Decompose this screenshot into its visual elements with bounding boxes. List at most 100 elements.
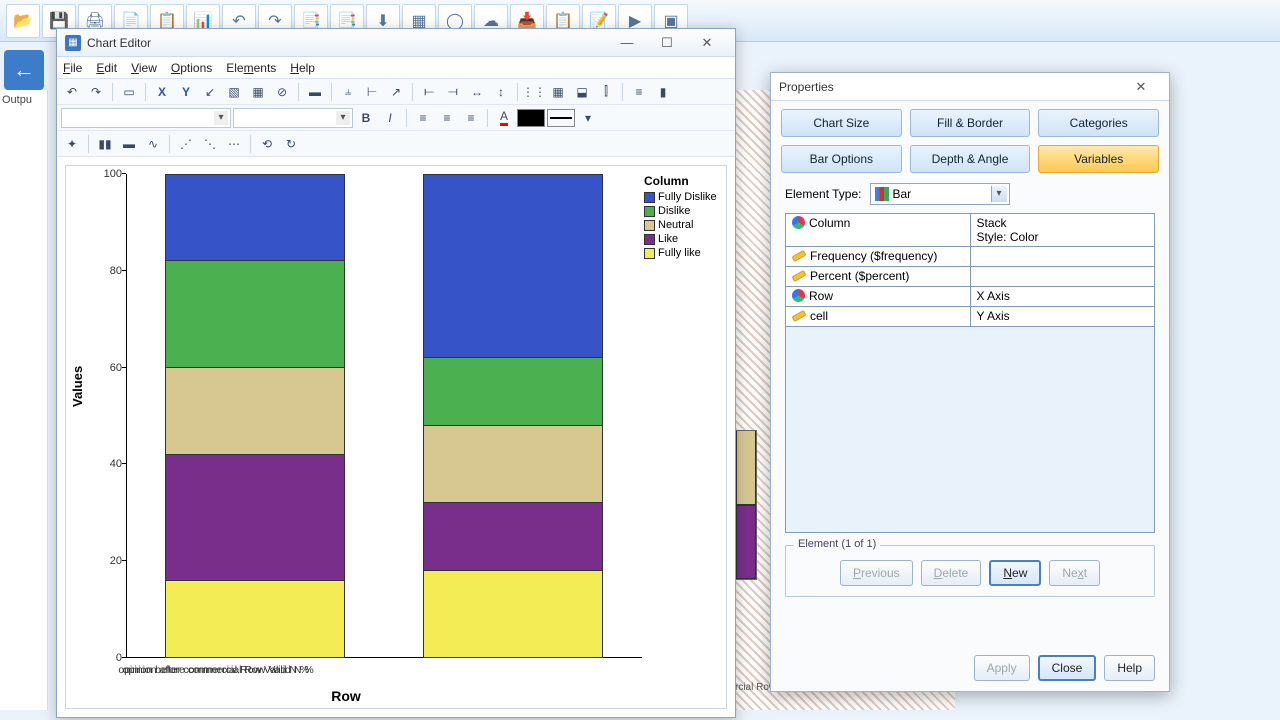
fill-swatch[interactable]	[517, 109, 545, 127]
chart-canvas[interactable]: Values 020406080100 opinion before comme…	[57, 157, 735, 717]
next-button[interactable]: Next	[1049, 560, 1100, 586]
fit-v-icon[interactable]: ↕	[490, 81, 512, 103]
x-axis-icon[interactable]: X	[151, 81, 173, 103]
rotate-icon[interactable]: ⟲	[256, 133, 278, 155]
bar-segment[interactable]	[165, 455, 345, 581]
bar-segment[interactable]	[423, 571, 603, 658]
line-drop-icon[interactable]: ▾	[577, 107, 599, 129]
scatter1-icon[interactable]: ⋰	[175, 133, 197, 155]
tab-categories[interactable]: Categories	[1038, 109, 1159, 137]
variable-row[interactable]: Frequency ($frequency)	[786, 247, 1154, 267]
font-family-combo[interactable]: ▾	[61, 108, 231, 128]
chart-editor-titlebar[interactable]: ▦ Chart Editor — ☐ ✕	[57, 29, 735, 57]
note-icon[interactable]: ▬	[304, 81, 326, 103]
align-left-button[interactable]: ≡	[412, 107, 434, 129]
bar-segment[interactable]	[165, 368, 345, 455]
element-type-combo[interactable]: Bar ▾	[870, 183, 1010, 205]
legend-item[interactable]: Like	[642, 232, 720, 246]
scatter2-icon[interactable]: ⋱	[199, 133, 221, 155]
bar-column[interactable]: opinion before commercial Row Valid N %	[165, 174, 345, 658]
legend-icon[interactable]: ≡	[628, 81, 650, 103]
legend-item[interactable]: Fully like	[642, 246, 720, 260]
bar-segment[interactable]	[165, 581, 345, 658]
toolbar-open-icon[interactable]: 📂	[6, 4, 40, 38]
fit-right-icon[interactable]: ⟞	[442, 81, 464, 103]
variable-row[interactable]: cellY Axis	[786, 307, 1154, 327]
line-chart-icon[interactable]: ∿	[142, 133, 164, 155]
explode-icon[interactable]: ✦	[61, 133, 83, 155]
properties-close-icon[interactable]: ✕	[1121, 76, 1161, 98]
close-button[interactable]: ✕	[687, 32, 727, 54]
bar-column[interactable]: opinion after commercial Row Valid N %	[423, 174, 603, 658]
fit-left-icon[interactable]: ⟝	[418, 81, 440, 103]
chart[interactable]: Values 020406080100 opinion before comme…	[65, 165, 727, 709]
refresh-icon[interactable]: ↻	[280, 133, 302, 155]
props-icon[interactable]: ▭	[118, 81, 140, 103]
legend-item[interactable]: Dislike	[642, 204, 720, 218]
plot-area[interactable]: 020406080100 opinion before commercial R…	[126, 174, 642, 658]
bar-segment[interactable]	[165, 261, 345, 367]
menu-options[interactable]: Options	[171, 61, 212, 75]
bar-segment[interactable]	[423, 426, 603, 503]
align-left-icon[interactable]: ⊢	[361, 81, 383, 103]
scatter3-icon[interactable]: ⋯	[223, 133, 245, 155]
line-style-picker[interactable]	[547, 109, 575, 127]
tab-chart-size[interactable]: Chart Size	[781, 109, 902, 137]
fit-h-icon[interactable]: ↔	[466, 81, 488, 103]
delete-button[interactable]: Delete	[921, 560, 982, 586]
axis-icon[interactable]: ▦	[547, 81, 569, 103]
bar-segment[interactable]	[423, 503, 603, 571]
variables-grid[interactable]: ColumnStack Style: ColorFrequency ($freq…	[785, 213, 1155, 533]
legend-item[interactable]: Neutral	[642, 218, 720, 232]
edit-axis-icon[interactable]: ↙	[199, 81, 221, 103]
reset-icon[interactable]: ⊘	[271, 81, 293, 103]
bar-icon[interactable]: ▮	[652, 81, 674, 103]
redo-icon[interactable]: ↷	[85, 81, 107, 103]
bin-icon[interactable]: ⬓	[571, 81, 593, 103]
tab-bar-options[interactable]: Bar Options	[781, 145, 902, 173]
align-right-button[interactable]: ≡	[460, 107, 482, 129]
close-dialog-button[interactable]: Close	[1038, 655, 1097, 681]
italic-button[interactable]: I	[379, 107, 401, 129]
bold-button[interactable]: B	[355, 107, 377, 129]
variable-row[interactable]: Percent ($percent)	[786, 267, 1154, 287]
menu-edit[interactable]: Edit	[96, 61, 117, 75]
gridline-icon[interactable]: ⋮⋮	[523, 81, 545, 103]
bar-segment[interactable]	[165, 174, 345, 261]
vbar-icon[interactable]: ▮▮	[94, 133, 116, 155]
menu-file[interactable]: File	[63, 61, 82, 75]
font-size-combo[interactable]: ▾	[233, 108, 353, 128]
tab-fill-border[interactable]: Fill & Border	[910, 109, 1031, 137]
new-button[interactable]: New	[989, 560, 1041, 586]
help-button[interactable]: Help	[1104, 655, 1155, 681]
hbar-icon[interactable]: ▬	[118, 133, 140, 155]
toolbar-row-3: ✦ ▮▮ ▬ ∿ ⋰ ⋱ ⋯ ⟲ ↻	[57, 131, 735, 157]
previous-button[interactable]: Previous	[840, 560, 913, 586]
apply-button[interactable]: Apply	[974, 655, 1030, 681]
tab-variables[interactable]: Variables	[1038, 145, 1159, 173]
tab-depth-angle[interactable]: Depth & Angle	[910, 145, 1031, 173]
swap-icon[interactable]: ▧	[223, 81, 245, 103]
transpose-icon[interactable]: ⫿	[595, 81, 617, 103]
bar-segment[interactable]	[423, 174, 603, 358]
text-color-button[interactable]: A	[493, 107, 515, 129]
variable-row[interactable]: ColumnStack Style: Color	[786, 214, 1154, 247]
align-center-button[interactable]: ≡	[436, 107, 458, 129]
align-bottom-icon[interactable]: ⫨	[337, 81, 359, 103]
chevron-down-icon[interactable]: ▾	[991, 186, 1007, 202]
menu-view[interactable]: View	[131, 61, 157, 75]
minimize-button[interactable]: —	[607, 32, 647, 54]
legend-item[interactable]: Fully Dislike	[642, 190, 720, 204]
variable-row[interactable]: RowX Axis	[786, 287, 1154, 307]
properties-titlebar[interactable]: Properties ✕	[771, 73, 1169, 101]
y-axis-icon[interactable]: Y	[175, 81, 197, 103]
undo-icon[interactable]: ↶	[61, 81, 83, 103]
legend[interactable]: Column Fully DislikeDislikeNeutralLikeFu…	[642, 172, 720, 708]
bar-segment[interactable]	[423, 358, 603, 426]
menu-elements[interactable]: Elements	[226, 61, 276, 75]
maximize-button[interactable]: ☐	[647, 32, 687, 54]
trend-icon[interactable]: ↗	[385, 81, 407, 103]
back-button[interactable]: ←	[4, 50, 44, 90]
menu-help[interactable]: Help	[290, 61, 315, 75]
grid-icon[interactable]: ▦	[247, 81, 269, 103]
